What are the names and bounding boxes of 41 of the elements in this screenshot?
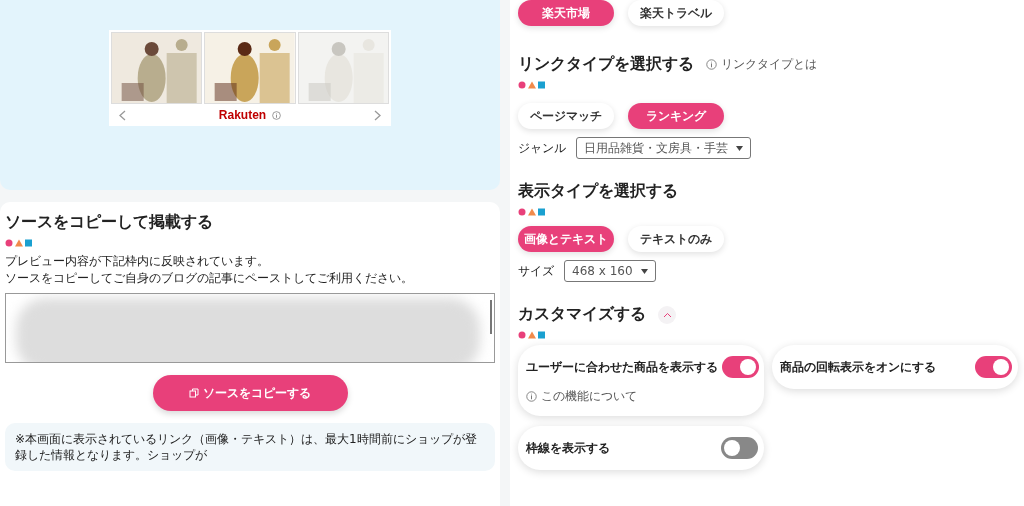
source-code-field[interactable] [5, 293, 495, 363]
copy-icon [189, 388, 199, 398]
toggle-label: 枠線を表示する [526, 439, 610, 457]
option-button[interactable]: ページマッチ [518, 103, 614, 129]
genre-select[interactable]: 日用品雑貨・文房具・手芸 [576, 137, 751, 159]
field-label: サイズ [518, 262, 554, 280]
chevron-up-icon [662, 311, 672, 318]
info-icon [706, 59, 717, 70]
size-select[interactable]: 468 x 160 [564, 260, 656, 282]
caret-icon [736, 145, 743, 151]
shapes-icon [518, 81, 546, 89]
shapes-icon [518, 208, 546, 216]
section-heading: ソースをコピーして掲載する [5, 212, 214, 233]
chevron-left-icon[interactable] [119, 109, 126, 121]
toggle-label: ユーザーに合わせた商品を表示する [526, 358, 718, 376]
section-heading: カスタマイズする [518, 304, 646, 325]
info-icon [272, 110, 282, 120]
option-button[interactable]: ランキング [628, 103, 724, 129]
notice-text: ※本画面に表示されているリンク（画像・テキスト）は、最大1時間前にショップが登録した情報となります。ショップが [15, 431, 478, 463]
toggle-switch[interactable] [721, 437, 758, 459]
section-heading: リンクタイプを選択する [518, 54, 694, 75]
toggle-switch[interactable] [722, 356, 759, 378]
copy-source-button[interactable]: ソースをコピーする [152, 375, 348, 411]
help-link[interactable]: この機能について [526, 388, 758, 405]
caret-icon [640, 268, 648, 274]
field-label: ジャンル [518, 139, 566, 157]
toggle-label: 商品の回転表示をオンにする [780, 358, 936, 376]
description-text: プレビュー内容が下記枠内に反映されています。 [5, 253, 270, 270]
service-tab[interactable]: 楽天市場 [518, 0, 614, 26]
info-icon [526, 391, 537, 402]
section-heading: 表示タイプを選択する [518, 181, 678, 202]
toggle-switch[interactable] [975, 356, 1012, 378]
service-tab[interactable]: 楽天トラベル [628, 0, 724, 26]
option-button[interactable]: テキストのみ [628, 226, 724, 252]
brand-logo: Rakuten [218, 108, 267, 122]
help-link[interactable]: リンクタイプとは [706, 56, 817, 73]
option-button[interactable]: 画像とテキスト [518, 226, 614, 252]
chevron-right-icon[interactable] [374, 109, 381, 121]
shapes-icon [5, 239, 33, 247]
description-text: ソースをコピーしてご自身のブログの記事にペーストしてご利用ください。 [5, 270, 414, 287]
shapes-icon [518, 331, 546, 339]
